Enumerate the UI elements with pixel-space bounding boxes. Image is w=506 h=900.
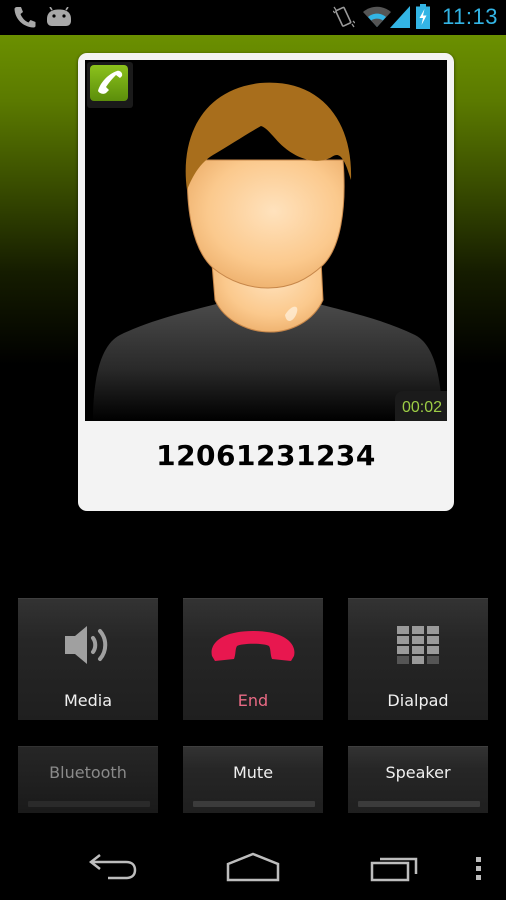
- cell-signal-icon: [390, 6, 410, 28]
- bluetooth-toggle[interactable]: Bluetooth: [18, 746, 158, 813]
- default-avatar-icon: [93, 82, 442, 421]
- dialpad-icon: [397, 626, 439, 664]
- active-call-icon: [98, 70, 123, 94]
- speaker-label: Speaker: [385, 763, 451, 782]
- battery-charging-icon: [416, 4, 430, 29]
- clock: 11:13: [442, 4, 498, 29]
- media-label: Media: [63, 691, 113, 710]
- home-icon[interactable]: [226, 852, 280, 882]
- android-debug-icon: [47, 7, 71, 26]
- media-button[interactable]: Media: [18, 598, 158, 720]
- mute-label: Mute: [232, 763, 274, 782]
- speaker-indicator: [358, 801, 480, 807]
- speaker-toggle[interactable]: Speaker: [348, 746, 488, 813]
- mute-toggle[interactable]: Mute: [183, 746, 323, 813]
- phone-number: 12061231234: [156, 439, 376, 472]
- caller-card: 00:02 12061231234: [78, 53, 454, 511]
- bluetooth-indicator: [28, 801, 150, 807]
- wifi-icon: [363, 6, 391, 27]
- call-timer-box: 00:02: [395, 391, 447, 421]
- bluetooth-label: Bluetooth: [49, 763, 127, 782]
- dialpad-label: Dialpad: [387, 691, 449, 710]
- end-call-button[interactable]: End: [183, 598, 323, 720]
- recent-apps-icon[interactable]: [370, 854, 420, 882]
- call-duration: 00:02: [401, 399, 442, 416]
- mute-indicator: [193, 801, 315, 807]
- end-label: End: [237, 691, 269, 710]
- back-icon[interactable]: [88, 852, 138, 880]
- contact-photo: 00:02: [85, 60, 447, 421]
- status-bar: 11:13: [0, 0, 506, 35]
- dialpad-button[interactable]: Dialpad: [348, 598, 488, 720]
- speaker-volume-icon: [65, 626, 108, 664]
- phone-call-icon: [14, 7, 36, 28]
- navigation-bar: [0, 830, 506, 900]
- call-status-badge: [87, 62, 133, 108]
- end-call-icon: [211, 631, 295, 661]
- overflow-menu-icon[interactable]: [474, 856, 484, 882]
- vibrate-icon: [333, 6, 355, 28]
